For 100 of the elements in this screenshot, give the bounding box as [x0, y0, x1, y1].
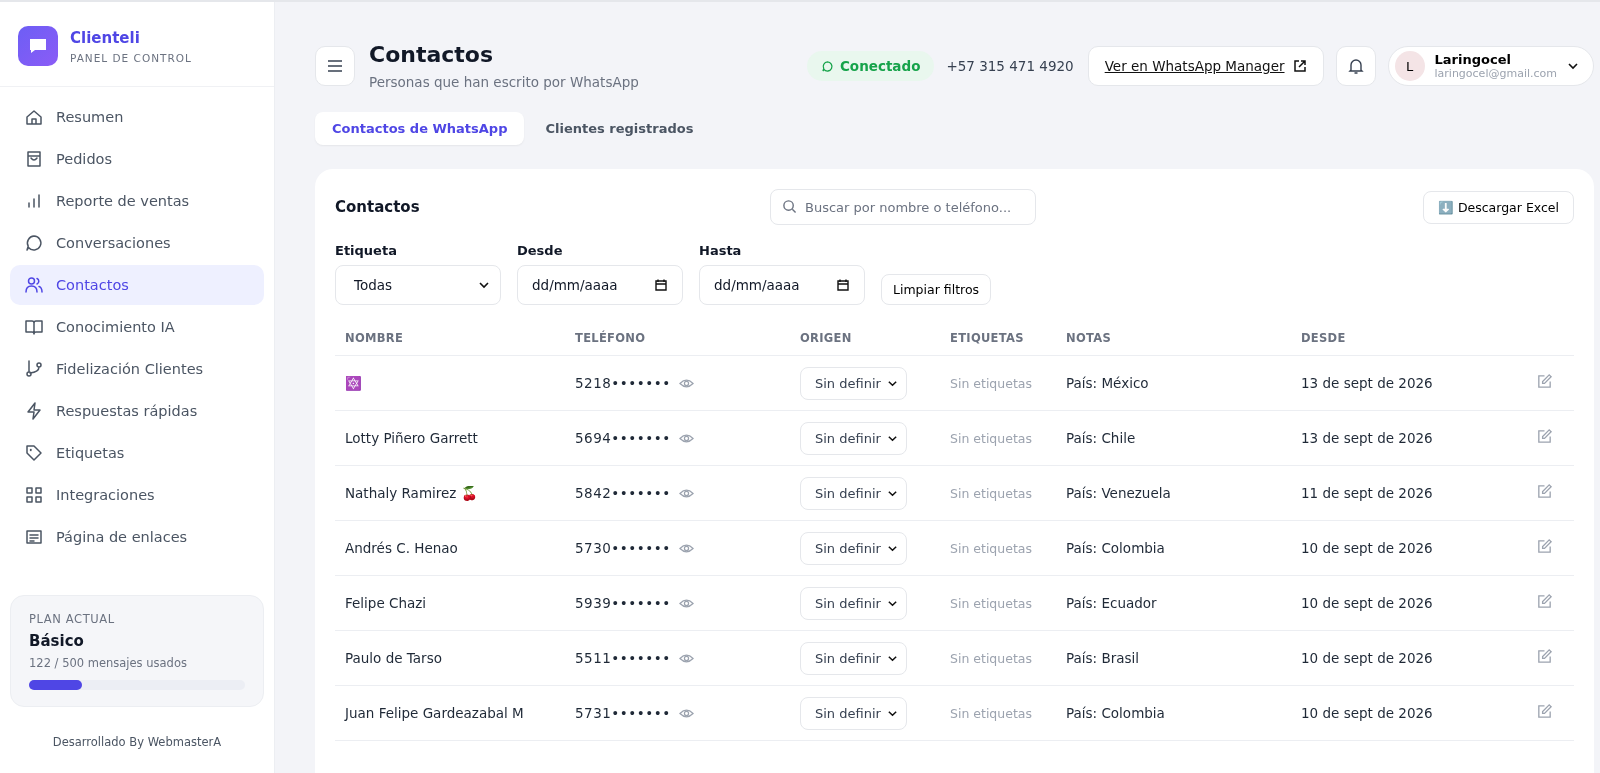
- date-field[interactable]: dd/mm/aaaa: [699, 265, 865, 305]
- contact-name: Andrés C. Henao: [345, 540, 458, 556]
- origin-select[interactable]: Sin definir: [800, 421, 907, 455]
- sidebar-item[interactable]: Página de enlaces: [10, 517, 264, 557]
- notes-cell: País: Brasil: [1066, 650, 1140, 666]
- page-subtitle: Personas que han escrito por WhatsApp: [369, 74, 639, 90]
- sidebar-item[interactable]: Integraciones: [10, 475, 264, 515]
- sidebar-item[interactable]: Fidelización Clientes: [10, 349, 264, 389]
- grid-icon: [24, 485, 44, 505]
- calendar-icon: [836, 278, 850, 292]
- phone-cell: 5218•••••••: [575, 375, 671, 391]
- phone-cell: 5842•••••••: [575, 485, 671, 501]
- bell-icon: [1346, 57, 1365, 75]
- sidebar-item[interactable]: Reporte de ventas: [10, 181, 264, 221]
- contact-name: 🔯: [345, 375, 362, 391]
- plan-name: Básico: [29, 632, 85, 650]
- tag-select[interactable]: Todas: [335, 265, 501, 305]
- sidebar-item[interactable]: Conocimiento IA: [10, 307, 264, 347]
- tags-cell: Sin etiquetas: [950, 541, 1032, 556]
- origin-select[interactable]: Sin definir: [800, 641, 907, 675]
- contact-name: Paulo de Tarso: [345, 650, 442, 666]
- phone-cell: 5939•••••••: [575, 595, 671, 611]
- edit-icon[interactable]: [1535, 373, 1553, 390]
- sidebar-item[interactable]: Resumen: [10, 97, 264, 137]
- edit-icon[interactable]: [1535, 703, 1553, 720]
- tag-icon: [24, 443, 44, 463]
- chat-icon: [820, 59, 834, 73]
- phone-cell: 5694•••••••: [575, 430, 671, 446]
- external-link-icon: [1292, 59, 1307, 73]
- footer-credit: Desarrollado By WebmasterA: [51, 734, 223, 751]
- brand-name: Clienteli: [70, 28, 141, 47]
- plan-caption: PLAN ACTUAL: [29, 612, 116, 626]
- clear-filters-button[interactable]: Limpiar filtros: [881, 274, 992, 305]
- page-icon: [24, 527, 44, 547]
- phone-cell: 5730•••••••: [575, 540, 671, 556]
- contact-name: Felipe Chazi: [345, 595, 427, 611]
- bolt-icon: [24, 401, 44, 421]
- column-header: ETIQUETAS: [950, 331, 1024, 345]
- origin-select[interactable]: Sin definir: [800, 586, 907, 620]
- origin-select[interactable]: Sin definir: [800, 476, 907, 510]
- origin-select[interactable]: Sin definir: [800, 531, 907, 565]
- page-title: Contactos: [369, 42, 495, 67]
- user-email: laringocel@gmail.com: [1434, 67, 1557, 80]
- edit-icon[interactable]: [1535, 483, 1553, 500]
- notes-cell: País: Colombia: [1066, 705, 1165, 721]
- filter-label: Hasta: [699, 243, 743, 258]
- date-cell: 10 de sept de 2026: [1301, 595, 1433, 611]
- phone-cell: 5511•••••••: [575, 650, 671, 666]
- column-header: NOMBRE: [345, 331, 404, 345]
- tags-cell: Sin etiquetas: [950, 706, 1032, 721]
- origin-select[interactable]: Sin definir: [800, 366, 907, 400]
- tags-cell: Sin etiquetas: [950, 651, 1032, 666]
- date-field[interactable]: dd/mm/aaaa: [517, 265, 683, 305]
- bag-icon: [24, 149, 44, 169]
- column-header: DESDE: [1301, 331, 1346, 345]
- tags-cell: Sin etiquetas: [950, 376, 1032, 391]
- user-name: Laringocel: [1434, 52, 1511, 67]
- edit-icon[interactable]: [1535, 538, 1553, 555]
- sidebar-item[interactable]: Contactos: [10, 265, 264, 305]
- sidebar-item[interactable]: Etiquetas: [10, 433, 264, 473]
- chat-icon: [24, 233, 44, 253]
- notes-cell: País: Chile: [1066, 430, 1136, 446]
- chevron-down-icon: [478, 279, 490, 291]
- origin-select[interactable]: Sin definir: [800, 696, 907, 730]
- branch-icon: [24, 359, 44, 379]
- column-header: TELÉFONO: [575, 331, 646, 345]
- notes-cell: País: México: [1066, 375, 1149, 391]
- user-menu[interactable]: L Laringocel laringocel@gmail.com: [1387, 46, 1594, 86]
- menu-button[interactable]: [315, 46, 355, 86]
- notifications-button[interactable]: [1335, 46, 1376, 86]
- whatsapp-manager-link[interactable]: Ver en WhatsApp Manager: [1087, 46, 1324, 86]
- status-label: Conectado: [839, 58, 921, 74]
- brand-subtitle: PANEL DE CONTROL: [70, 51, 192, 64]
- chevron-down-icon: [1567, 60, 1579, 72]
- edit-icon[interactable]: [1535, 428, 1553, 445]
- notes-cell: País: Ecuador: [1066, 595, 1157, 611]
- tab[interactable]: Clientes registrados: [528, 112, 711, 145]
- tags-cell: Sin etiquetas: [950, 431, 1032, 446]
- filter-label: Desde: [517, 243, 564, 258]
- sidebar-item[interactable]: Respuestas rápidas: [10, 391, 264, 431]
- home-icon: [24, 107, 44, 127]
- date-cell: 13 de sept de 2026: [1301, 375, 1433, 391]
- phone-number: +57 315 471 4920: [946, 58, 1074, 74]
- tab[interactable]: Contactos de WhatsApp: [315, 112, 525, 145]
- edit-icon[interactable]: [1535, 648, 1553, 665]
- filter-label: Etiqueta: [335, 243, 398, 258]
- sidebar-item[interactable]: Pedidos: [10, 139, 264, 179]
- edit-icon[interactable]: [1535, 593, 1553, 610]
- contact-name: Juan Felipe Gardeazabal M: [345, 705, 524, 721]
- tags-cell: Sin etiquetas: [950, 596, 1032, 611]
- notes-cell: País: Colombia: [1066, 540, 1165, 556]
- card-title: Contactos: [335, 198, 421, 216]
- sidebar-item[interactable]: Conversaciones: [10, 223, 264, 263]
- phone-cell: 5731•••••••: [575, 705, 671, 721]
- search-field[interactable]: Buscar por nombre o teléfono...: [770, 189, 1036, 225]
- contact-name: Nathaly Ramirez 🍒: [345, 485, 478, 501]
- download-excel-button[interactable]: ⬇ Descargar Excel: [1422, 190, 1574, 224]
- contact-name: Lotty Piñero Garrett: [345, 430, 478, 446]
- logo-icon: [18, 26, 58, 66]
- notes-cell: País: Venezuela: [1066, 485, 1171, 501]
